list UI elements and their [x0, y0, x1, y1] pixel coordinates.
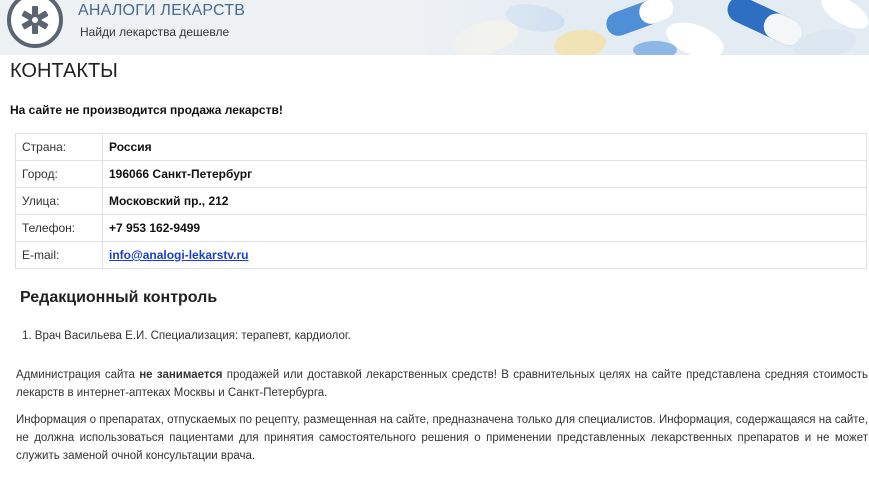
page-title: КОНТАКТЫ	[10, 60, 118, 82]
pills-image	[405, 0, 869, 55]
table-row: E-mail: info@analogi-lekarstv.ru	[15, 241, 867, 269]
editorial-control-title: Редакционный контроль	[20, 289, 218, 306]
email-cell: info@analogi-lekarstv.ru	[102, 241, 867, 269]
table-row: Улица: Московский пр., 212	[15, 187, 867, 215]
country-value: Россия	[102, 133, 867, 161]
doctor-list-item: 1. Врач Васильева Е.И. Специализация: те…	[22, 330, 351, 342]
email-label: E-mail:	[15, 241, 103, 269]
table-row: Телефон: +7 953 162-9499	[15, 214, 867, 242]
disclaimer-paragraph-2: Информация о препаратах, отпускаемых по …	[16, 414, 868, 462]
street-label: Улица:	[15, 187, 103, 215]
medical-star-icon	[21, 6, 49, 34]
phone-value: +7 953 162-9499	[102, 214, 867, 242]
contacts-table: Страна: Россия Город: 196066 Санкт-Петер…	[15, 133, 867, 269]
country-label: Страна:	[15, 133, 103, 161]
city-value: 196066 Санкт-Петербург	[102, 160, 867, 188]
table-row: Страна: Россия	[15, 133, 867, 161]
city-label: Город:	[15, 160, 103, 188]
site-subtitle: Найди лекарства дешевле	[80, 25, 230, 39]
disclaimer-emphasis: не занимается	[139, 369, 223, 381]
email-link[interactable]: info@analogi-lekarstv.ru	[109, 248, 249, 262]
disclaimer-text-start: Администрация сайта	[16, 369, 140, 381]
street-value: Московский пр., 212	[102, 187, 867, 215]
disclaimer-paragraph-1: Администрация сайта не занимается продаж…	[16, 366, 868, 402]
table-row: Город: 196066 Санкт-Петербург	[15, 160, 867, 188]
phone-label: Телефон:	[15, 214, 103, 242]
site-title[interactable]: АНАЛОГИ ЛЕКАРСТВ	[78, 2, 245, 20]
site-header: АНАЛОГИ ЛЕКАРСТВ Найди лекарства дешевле	[0, 0, 869, 55]
no-sales-notice: На сайте не производится продажа лекарст…	[10, 103, 283, 117]
site-logo[interactable]	[7, 0, 63, 48]
